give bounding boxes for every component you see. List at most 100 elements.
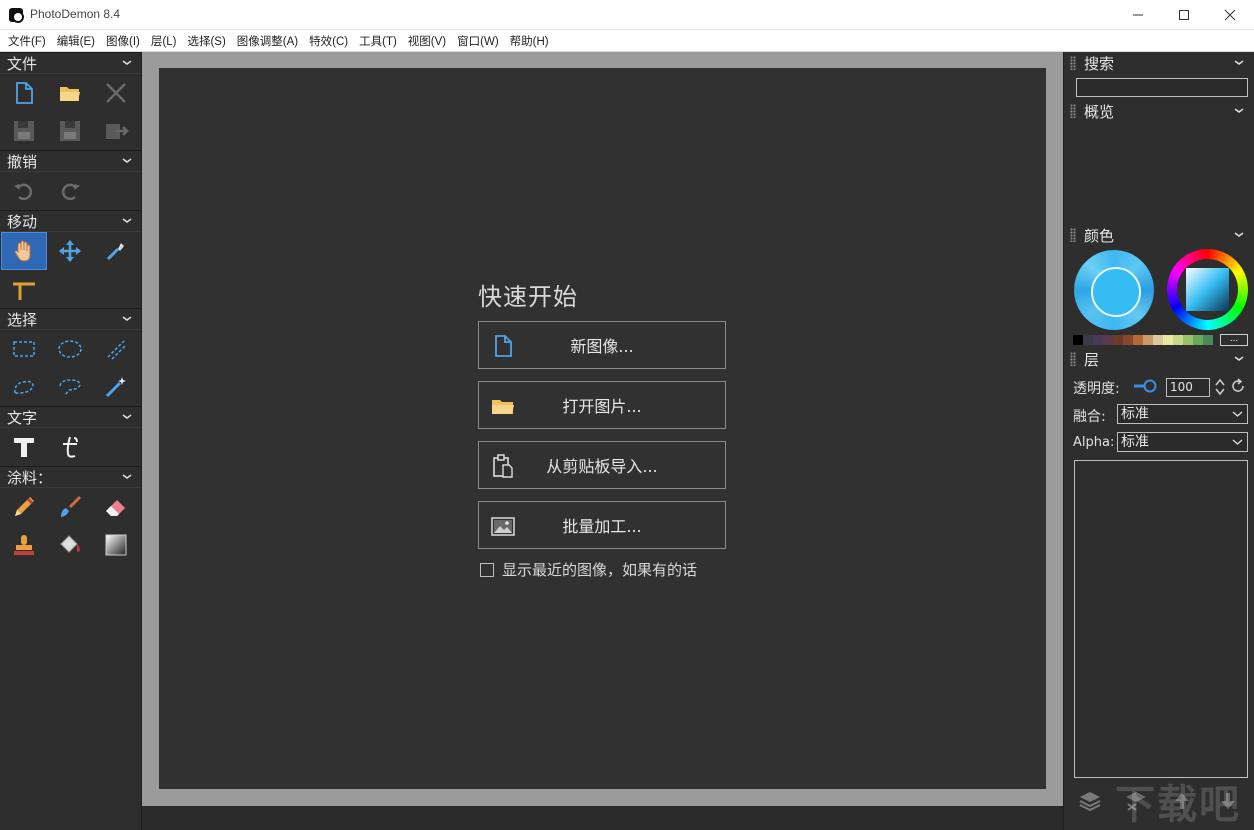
- add-layer-icon[interactable]: [1078, 789, 1102, 813]
- ellipse-select-tool[interactable]: [47, 330, 93, 368]
- grip-icon: [1070, 56, 1076, 70]
- alpha-mode-select[interactable]: 标准: [1117, 432, 1248, 452]
- palette-swatch[interactable]: [1133, 335, 1143, 345]
- menu-view[interactable]: 视图(V): [404, 33, 450, 49]
- menu-adjustments[interactable]: 图像调整(A): [233, 33, 302, 49]
- text-section-header[interactable]: 文字: [0, 406, 141, 428]
- export-tool[interactable]: [93, 112, 139, 150]
- search-input[interactable]: [1076, 78, 1248, 97]
- palette-swatch[interactable]: [1153, 335, 1163, 345]
- measure-tool[interactable]: [1, 270, 47, 308]
- menu-window[interactable]: 窗口(W): [453, 33, 503, 49]
- layer-panel-header[interactable]: 层: [1064, 348, 1254, 370]
- menu-effects[interactable]: 特效(C): [305, 33, 352, 49]
- batch-process-button[interactable]: 批量加工...: [478, 501, 726, 549]
- polygon-lasso-tool[interactable]: [47, 368, 93, 406]
- opacity-input[interactable]: 100: [1166, 378, 1210, 397]
- palette-swatch[interactable]: [1203, 335, 1213, 345]
- text-tool[interactable]: [1, 428, 47, 466]
- menu-edit[interactable]: 编辑(E): [53, 33, 99, 49]
- palette-swatch[interactable]: [1123, 335, 1133, 345]
- reset-icon[interactable]: [1230, 378, 1246, 394]
- undo-section-header[interactable]: 撤销: [0, 150, 141, 172]
- palette-swatch[interactable]: [1103, 335, 1113, 345]
- menu-image[interactable]: 图像(I): [102, 33, 144, 49]
- section-title: 移动: [7, 212, 38, 231]
- gradient-tool[interactable]: [93, 526, 139, 564]
- opacity-spinner[interactable]: [1215, 377, 1225, 397]
- save-as-tool[interactable]: [47, 112, 93, 150]
- menu-select[interactable]: 选择(S): [183, 33, 229, 49]
- status-bar: [142, 806, 1063, 830]
- new-image-label: 新图像...: [570, 337, 634, 356]
- palette-swatch[interactable]: [1173, 335, 1183, 345]
- close-file-tool[interactable]: [93, 74, 139, 112]
- blend-mode-select[interactable]: 标准: [1117, 404, 1248, 424]
- menu-file[interactable]: 文件(F): [4, 33, 50, 49]
- palette-swatch[interactable]: [1093, 335, 1103, 345]
- close-window-button[interactable]: [1207, 0, 1253, 30]
- new-file-tool[interactable]: [1, 74, 47, 112]
- chevron-down-icon: [1232, 411, 1243, 417]
- show-recent-checkbox[interactable]: [480, 562, 494, 577]
- color-panel-header[interactable]: 颜色: [1064, 224, 1254, 246]
- color-palette[interactable]: [1073, 335, 1213, 345]
- palette-swatch[interactable]: [1193, 335, 1203, 345]
- close-icon: [106, 83, 126, 103]
- open-file-tool[interactable]: [47, 74, 93, 112]
- magic-wand-icon: [105, 377, 126, 398]
- new-image-button[interactable]: 新图像...: [478, 321, 726, 369]
- undo-tool[interactable]: [1, 172, 47, 210]
- palette-swatch[interactable]: [1113, 335, 1123, 345]
- clone-stamp-icon: [14, 535, 34, 555]
- pencil-tool[interactable]: [1, 488, 47, 526]
- select-section-header[interactable]: 选择: [0, 308, 141, 330]
- rect-select-tool[interactable]: [1, 330, 47, 368]
- brush-tool[interactable]: [47, 488, 93, 526]
- primary-color-selector[interactable]: [1074, 250, 1154, 330]
- typography-tool[interactable]: [47, 428, 93, 466]
- alpha-mode-value: 标准: [1121, 434, 1149, 450]
- palette-swatch[interactable]: [1143, 335, 1153, 345]
- paint-section-header[interactable]: 涂料：: [0, 466, 141, 488]
- menu-tools[interactable]: 工具(T): [355, 33, 401, 49]
- eyedropper-tool[interactable]: [93, 232, 139, 270]
- eraser-tool[interactable]: [93, 488, 139, 526]
- menu-layer[interactable]: 层(L): [147, 33, 181, 49]
- menu-help[interactable]: 帮助(H): [506, 33, 553, 49]
- line-select-tool[interactable]: [93, 330, 139, 368]
- file-section: 文件: [0, 52, 141, 150]
- lasso-tool[interactable]: [1, 368, 47, 406]
- maximize-button[interactable]: [1161, 0, 1207, 30]
- hand-tool[interactable]: [1, 232, 47, 270]
- chevron-down-icon: [122, 474, 132, 479]
- import-clipboard-button[interactable]: 从剪贴板导入...: [478, 441, 726, 489]
- app-logo-icon: [9, 8, 24, 23]
- palette-swatch[interactable]: [1183, 335, 1193, 345]
- fill-bucket-tool[interactable]: [47, 526, 93, 564]
- layer-list[interactable]: [1074, 460, 1248, 778]
- file-section-header[interactable]: 文件: [0, 52, 141, 74]
- palette-more-button[interactable]: ...: [1220, 334, 1248, 346]
- opacity-slider[interactable]: [1134, 379, 1158, 393]
- palette-swatch[interactable]: [1083, 335, 1093, 345]
- save-tool[interactable]: [1, 112, 47, 150]
- move-tool[interactable]: [47, 232, 93, 270]
- move-section-header[interactable]: 移动: [0, 210, 141, 232]
- grip-icon: [1070, 104, 1076, 118]
- palette-swatch[interactable]: [1163, 335, 1173, 345]
- magic-wand-tool[interactable]: [93, 368, 139, 406]
- window-title: PhotoDemon 8.4: [30, 7, 121, 21]
- search-panel-header[interactable]: 搜索: [1064, 52, 1254, 74]
- minimize-button[interactable]: [1115, 0, 1161, 30]
- clone-stamp-tool[interactable]: [1, 526, 47, 564]
- overview-panel-header[interactable]: 概览: [1064, 100, 1254, 122]
- palette-swatch[interactable]: [1073, 335, 1083, 345]
- redo-tool[interactable]: [47, 172, 93, 210]
- color-wheel[interactable]: [1167, 249, 1248, 330]
- layer-panel-title: 层: [1084, 350, 1100, 369]
- fill-bucket-icon: [60, 535, 80, 553]
- show-recent-option[interactable]: 显示最近的图像，如果有的话: [480, 559, 697, 580]
- opacity-label: 透明度:: [1073, 381, 1120, 397]
- open-image-button[interactable]: 打开图片...: [478, 381, 726, 429]
